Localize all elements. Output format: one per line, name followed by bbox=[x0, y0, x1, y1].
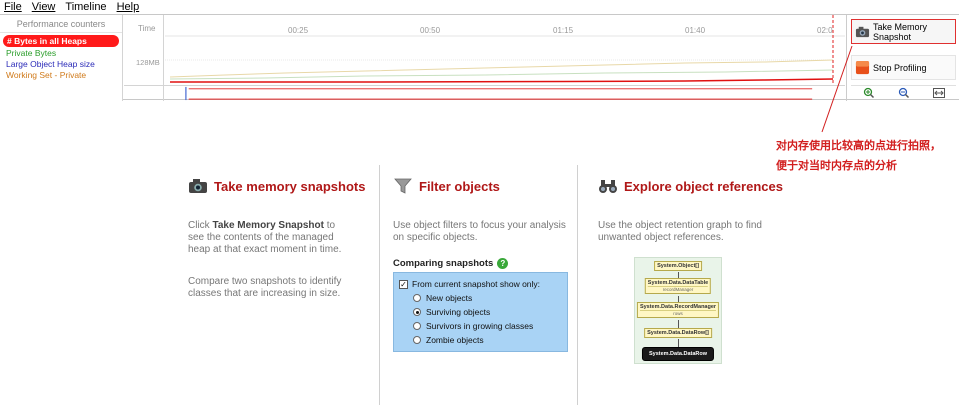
performance-counters-header: Performance counters bbox=[0, 15, 122, 33]
y-marker-label: 128MB bbox=[136, 58, 160, 67]
stop-icon bbox=[855, 60, 870, 75]
stop-profiling-button[interactable]: Stop Profiling bbox=[851, 55, 956, 80]
radio-surviving-objects[interactable] bbox=[413, 308, 421, 316]
annotation-line-1: 对内存使用比较高的点进行拍照， bbox=[776, 140, 941, 152]
menu-help[interactable]: Help bbox=[117, 1, 140, 13]
menu-file[interactable]: File bbox=[4, 1, 22, 13]
profiling-controls: Take Memory Snapshot Stop Profiling bbox=[846, 15, 959, 101]
explore-panel: Explore object references Use the object… bbox=[598, 176, 783, 244]
snapshots-description: Click Take Memory Snapshot to see the co… bbox=[188, 220, 342, 255]
option-new-objects[interactable]: New objects bbox=[399, 291, 562, 305]
menu-view[interactable]: View bbox=[32, 1, 56, 13]
camera-icon bbox=[189, 179, 207, 193]
tick-label-2: 00:50 bbox=[420, 26, 441, 35]
graph-node-recordmanager: System.Data.RecordManager rows bbox=[636, 302, 720, 318]
show-only-checkbox-label: From current snapshot show only: bbox=[412, 279, 541, 289]
bytes-in-heaps-line bbox=[170, 78, 834, 83]
graph-node-datatable: System.Data.DataTable recordManager bbox=[644, 278, 712, 294]
take-memory-snapshot-button[interactable]: Take Memory Snapshot bbox=[851, 19, 956, 44]
explore-title-text: Explore object references bbox=[624, 178, 783, 194]
counter-bytes-in-all-heaps[interactable]: # Bytes in all Heaps bbox=[3, 35, 119, 47]
graph-node-datarow: System.Data.DataRow bbox=[641, 347, 715, 361]
timeline-chart[interactable]: 00:25 00:50 01:15 01:40 02:0 bbox=[165, 15, 845, 85]
fit-to-window-icon[interactable] bbox=[932, 87, 946, 99]
filter-title-text: Filter objects bbox=[419, 178, 500, 194]
annotation-line-2: 便于对当时内存点的分析 bbox=[776, 160, 897, 172]
option-survivors-growing[interactable]: Survivors in growing classes bbox=[399, 319, 562, 333]
menu-timeline[interactable]: Timeline bbox=[65, 1, 106, 13]
show-only-checkbox[interactable]: ✓ bbox=[399, 279, 408, 289]
counter-private-bytes[interactable]: Private Bytes bbox=[0, 48, 122, 59]
counter-working-set[interactable]: Working Set - Private bbox=[0, 70, 122, 81]
comparing-snapshots-title: Comparing snapshots ? bbox=[393, 258, 568, 269]
private-bytes-line bbox=[169, 69, 834, 80]
snapshots-title-text: Take memory snapshots bbox=[214, 178, 366, 194]
snapshots-title: Take memory snapshots bbox=[188, 176, 365, 196]
help-icon[interactable]: ? bbox=[497, 258, 509, 269]
take-memory-snapshot-label: Take Memory Snapshot bbox=[873, 21, 928, 42]
profiler-timeline-area: Performance counters # Bytes in all Heap… bbox=[0, 14, 959, 101]
panel-divider-2 bbox=[577, 165, 578, 405]
snapshots-panel: Take memory snapshots Click Take Memory … bbox=[188, 176, 365, 300]
radio-new-objects[interactable] bbox=[413, 294, 421, 302]
tick-label-1: 00:25 bbox=[288, 26, 309, 35]
option-surviving-objects[interactable]: Surviving objects bbox=[399, 305, 562, 319]
snapshots-description-bold: Take Memory Snapshot bbox=[212, 220, 324, 231]
stop-profiling-label: Stop Profiling bbox=[873, 62, 927, 73]
radio-zombie-objects[interactable] bbox=[413, 336, 421, 344]
explore-description: Use the object retention graph to find u… bbox=[598, 220, 762, 243]
zoom-out-icon[interactable] bbox=[897, 87, 911, 99]
graph-node-datarow-array: System.Data.DataRow[] bbox=[644, 328, 712, 338]
time-label: Time bbox=[138, 24, 156, 33]
tick-label-4: 01:40 bbox=[685, 26, 706, 35]
option-zombie-objects[interactable]: Zombie objects bbox=[399, 333, 562, 347]
object-retention-graph: System.Object[] System.Data.DataTable rec… bbox=[634, 257, 722, 364]
counter-large-object-heap[interactable]: Large Object Heap size bbox=[0, 59, 122, 70]
funnel-icon bbox=[394, 178, 412, 194]
menu-bar: File View Timeline Help bbox=[0, 0, 959, 14]
filter-panel: Filter objects Use object filters to foc… bbox=[393, 176, 568, 352]
show-only-checkbox-row[interactable]: ✓ From current snapshot show only: bbox=[399, 277, 562, 291]
snapshots-description-2: Compare two snapshots to identify classe… bbox=[188, 276, 342, 299]
graph-arrow bbox=[678, 320, 679, 328]
tick-label-3: 01:15 bbox=[553, 26, 574, 35]
explore-title: Explore object references bbox=[598, 176, 783, 196]
camera-icon bbox=[855, 26, 870, 38]
binoculars-icon bbox=[599, 180, 617, 193]
annotation-note: 对内存使用比较高的点进行拍照， 便于对当时内存点的分析 bbox=[776, 136, 951, 176]
graph-arrow bbox=[678, 339, 679, 347]
timeline-overview-strip[interactable] bbox=[124, 85, 845, 101]
graph-node-object-array: System.Object[] bbox=[654, 261, 702, 271]
filter-title: Filter objects bbox=[393, 176, 568, 196]
zoom-in-icon[interactable] bbox=[862, 87, 876, 99]
zoom-toolbar bbox=[851, 85, 956, 100]
comparing-snapshots-box: ✓ From current snapshot show only: New o… bbox=[393, 272, 568, 352]
performance-counters-panel: Performance counters # Bytes in all Heap… bbox=[0, 15, 123, 101]
tick-label-5: 02:0 bbox=[817, 26, 833, 35]
radio-survivors-growing[interactable] bbox=[413, 322, 421, 330]
panel-divider-1 bbox=[379, 165, 380, 405]
filter-description: Use object filters to focus your analysi… bbox=[393, 220, 566, 243]
